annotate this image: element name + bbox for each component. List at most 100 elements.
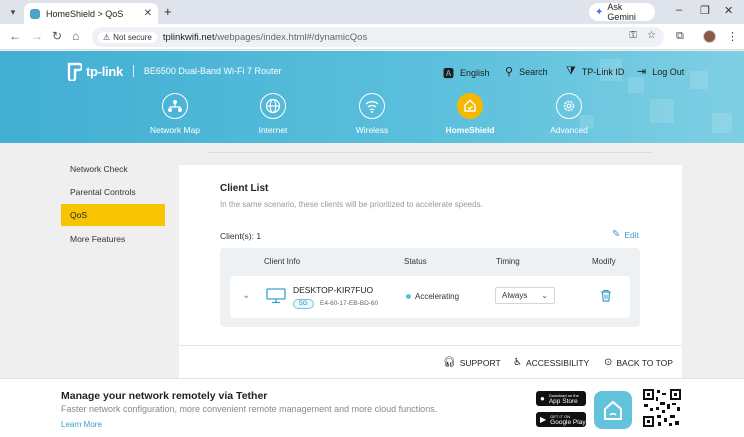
not-secure-chip[interactable]: ⚠ Not secure xyxy=(98,31,157,43)
browser-menu-icon[interactable]: ⋮ xyxy=(727,30,738,43)
nav-label: HomeShield xyxy=(445,125,495,135)
back-to-top-link[interactable]: ⊙ BACK TO TOP xyxy=(604,357,673,368)
sidebar: Network Check Parental Controls QoS More… xyxy=(0,143,176,378)
headset-icon: 🎧︎ xyxy=(443,357,456,368)
expand-chevron-icon[interactable]: ⌄ xyxy=(242,290,250,301)
reload-icon[interactable]: ↻ xyxy=(52,29,62,43)
status-label: Accelerating xyxy=(415,292,460,301)
nav-internet[interactable]: Internet xyxy=(233,93,313,135)
mac-address: E4-60-17-EB-BD-60 xyxy=(320,300,379,307)
gear-icon xyxy=(556,93,582,119)
nav-label: Wireless xyxy=(355,125,389,135)
globe-icon xyxy=(260,93,286,119)
client-table: Client Info Status Timing Modify ⌄ DESKT… xyxy=(220,248,640,327)
delete-trash-icon[interactable] xyxy=(600,289,612,302)
support-link[interactable]: 🎧︎ SUPPORT xyxy=(443,357,501,368)
table-row: ⌄ DESKTOP-KIR7FUO 5G E4-60-17-EB-BD-60 A… xyxy=(230,276,630,318)
bookmark-star-icon[interactable]: ☆ xyxy=(647,30,656,41)
home-icon[interactable]: ⌂ xyxy=(72,29,79,43)
logout-button[interactable]: ⇥ Log Out xyxy=(637,65,684,78)
timing-select[interactable]: Always ⌄ xyxy=(495,287,555,304)
router-model: BE6500 Dual-Band Wi-Fi 7 Router xyxy=(143,66,282,76)
tab-search-icon[interactable]: ▾ xyxy=(6,5,20,19)
tab-title: HomeShield > QoS xyxy=(46,8,124,19)
app-store-badge[interactable]: ● Download on the App Store xyxy=(536,391,586,406)
language-button[interactable]: 🅰 English xyxy=(443,65,490,81)
network-map-icon xyxy=(162,93,188,119)
tab-close-icon[interactable]: ✕ xyxy=(144,8,152,19)
password-key-icon[interactable]: ⚿ xyxy=(629,30,637,41)
tplink-logo-icon xyxy=(62,61,84,83)
tplink-id-button[interactable]: ⧩ TP-Link ID xyxy=(566,65,624,78)
nav-label: Network Map xyxy=(149,125,201,135)
band-badge: 5G xyxy=(293,299,314,309)
logo-divider xyxy=(132,65,134,77)
maximize-icon[interactable]: ❐ xyxy=(700,4,710,17)
nav-network-map[interactable]: Network Map xyxy=(135,93,215,135)
profile-avatar[interactable] xyxy=(703,30,716,43)
nav-wireless[interactable]: Wireless xyxy=(332,93,412,135)
not-secure-label: Not secure xyxy=(113,32,152,42)
edit-label: Edit xyxy=(624,229,640,240)
learn-more-link[interactable]: Learn More xyxy=(61,420,102,429)
qr-code-icon xyxy=(642,388,682,428)
new-tab-icon[interactable]: + xyxy=(164,4,172,19)
status-indicator: Accelerating xyxy=(406,292,459,301)
google-play-badge[interactable]: ▶ GET IT ON Google Play xyxy=(536,412,586,427)
back-to-top-icon: ⊙ xyxy=(604,357,613,368)
browser-tab[interactable]: HomeShield > QoS ✕ xyxy=(24,3,158,24)
minimize-icon[interactable]: – xyxy=(676,4,682,16)
sidebar-item-qos[interactable]: QoS xyxy=(61,204,165,226)
device-name: DESKTOP-KIR7FUO xyxy=(293,285,374,295)
column-header-client-info: Client Info xyxy=(264,257,301,266)
sidebar-item-label: More Features xyxy=(70,234,126,244)
client-count: Client(s): 1 xyxy=(220,231,262,241)
footer-divider xyxy=(179,345,682,346)
ask-gemini-button[interactable]: ✦ Ask Gemini xyxy=(589,2,655,22)
search-button[interactable]: ⚲ Search xyxy=(505,65,548,78)
gemini-star-icon: ✦ xyxy=(595,6,604,18)
address-bar[interactable]: ⚠ Not secure tplinkwifi.net/webpages/ind… xyxy=(92,27,664,47)
homeshield-icon xyxy=(457,93,483,119)
sidebar-item-network-check[interactable]: Network Check xyxy=(61,158,165,180)
timing-value: Always xyxy=(502,291,528,300)
support-label: SUPPORT xyxy=(459,357,501,368)
nav-label: Internet xyxy=(258,125,288,135)
tether-title: Manage your network remotely via Tether xyxy=(61,390,268,402)
tether-banner: Manage your network remotely via Tether … xyxy=(0,378,744,437)
nav-homeshield[interactable]: HomeShield xyxy=(430,93,510,135)
tplink-id-label: TP-Link ID xyxy=(581,66,625,77)
logout-label: Log Out xyxy=(652,66,685,77)
router-header: tp-link BE6500 Dual-Band Wi-Fi 7 Router … xyxy=(0,51,744,143)
sidebar-item-more-features[interactable]: More Features xyxy=(61,228,165,250)
window-close-icon[interactable]: ✕ xyxy=(724,4,733,17)
tether-app-icon xyxy=(594,391,632,429)
brand-name: tp-link xyxy=(86,63,123,79)
wifi-icon xyxy=(359,93,385,119)
extensions-icon[interactable]: ⧉ xyxy=(676,30,684,43)
client-list-title: Client List xyxy=(220,183,269,194)
google-play-icon: ▶ xyxy=(540,415,547,424)
nav-advanced[interactable]: Advanced xyxy=(529,93,609,135)
client-list-panel: Client List In the same scenario, these … xyxy=(179,152,682,378)
column-header-status: Status xyxy=(404,257,427,266)
sidebar-item-label: QoS xyxy=(70,210,88,220)
edit-button[interactable]: ✎ Edit xyxy=(612,229,639,240)
accessibility-icon: ♿︎ xyxy=(513,357,522,368)
url-host: tplinkwifi.net xyxy=(162,31,215,43)
app-store-label: App Store xyxy=(548,397,578,405)
chevron-down-icon: ⌄ xyxy=(541,291,548,300)
language-label: English xyxy=(460,68,490,78)
browser-tab-bar: ▾ HomeShield > QoS ✕ + ✦ Ask Gemini – ❐ … xyxy=(0,0,744,24)
client-list-subtitle: In the same scenario, these clients will… xyxy=(220,200,483,209)
sidebar-item-parental-controls[interactable]: Parental Controls xyxy=(61,181,165,203)
back-icon[interactable]: ← xyxy=(9,29,21,43)
url-text: tplinkwifi.net/webpages/index.html#/dyna… xyxy=(163,32,367,43)
forward-icon[interactable]: → xyxy=(31,29,43,43)
status-dot-icon xyxy=(406,294,411,299)
search-label: Search xyxy=(519,66,548,77)
warning-icon: ⚠ xyxy=(103,32,111,42)
browser-toolbar: ← → ↻ ⌂ ⚠ Not secure tplinkwifi.net/webp… xyxy=(0,24,744,50)
url-path: /webpages/index.html#/dynamicQos xyxy=(214,31,368,43)
accessibility-link[interactable]: ♿︎ ACCESSIBILITY xyxy=(513,357,589,368)
